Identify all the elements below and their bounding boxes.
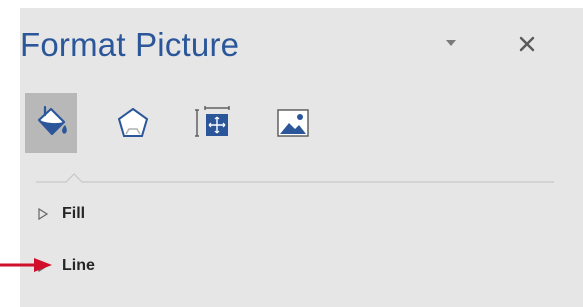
pane-options-dropdown[interactable]: [444, 36, 458, 50]
tab-fill-line[interactable]: [25, 93, 77, 153]
tab-separator: [36, 173, 554, 183]
callout-arrow-icon: [0, 258, 52, 272]
close-button[interactable]: [516, 33, 538, 55]
paint-bucket-icon: [37, 105, 67, 136]
close-icon: [519, 36, 535, 52]
picture-icon: [277, 109, 309, 137]
section-line-label: Line: [62, 257, 95, 274]
pane-title: Format Picture: [20, 26, 240, 63]
section-fill[interactable]: Fill: [36, 203, 85, 225]
pentagon-icon: [117, 107, 149, 137]
size-layout-icon: [195, 106, 230, 137]
expand-triangle-icon: [38, 207, 49, 221]
tab-effects[interactable]: [105, 93, 161, 153]
tab-picture[interactable]: [263, 93, 323, 153]
section-fill-label: Fill: [62, 205, 86, 222]
tab-size-properties[interactable]: [183, 93, 243, 153]
caret-down-icon: [446, 40, 456, 46]
